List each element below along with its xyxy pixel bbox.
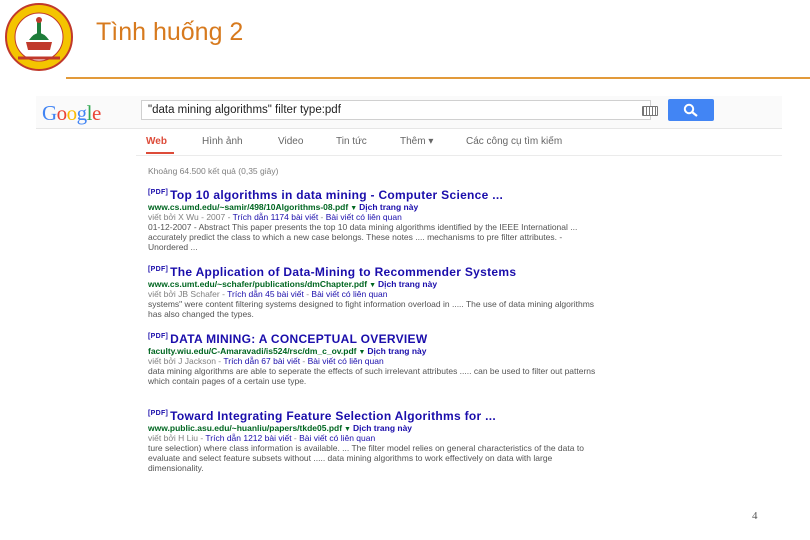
google-search-screenshot: Google Web Hình ảnh Video Tin tức Thêm ▾…: [36, 96, 782, 490]
result-title: Toward Integrating Feature Selection Alg…: [170, 409, 497, 423]
result-url-text: www.cs.umt.edu/~schafer/publications/dmC…: [148, 279, 368, 289]
result-url-text: www.public.asu.edu/~huanliu/papers/tkde0…: [148, 423, 343, 433]
tabs-divider: [136, 155, 782, 156]
result-snippet: data mining algorithms are able to seper…: [148, 366, 596, 387]
search-result: [PDF] Top 10 algorithms in data mining - …: [148, 188, 628, 253]
translate-link[interactable]: Dịch trang này: [359, 202, 418, 212]
result-url-text: faculty.wiu.edu/C-Amaravadi/is524/rsc/dm…: [148, 346, 357, 356]
cited-by-link[interactable]: Trích dẫn 67 bài viết: [223, 356, 300, 366]
tab-label: Web: [146, 136, 167, 147]
result-url-text: www.cs.umd.edu/~samir/498/10Algorithms-0…: [148, 202, 349, 212]
related-articles-link[interactable]: Bài viết có liên quan: [311, 289, 387, 299]
tab-news[interactable]: Tin tức: [336, 136, 367, 147]
result-snippet: 01-12-2007 - Abstract This paper present…: [148, 222, 578, 253]
translate-link[interactable]: Dịch trang này: [378, 279, 437, 289]
result-url: www.cs.umt.edu/~schafer/publications/dmC…: [148, 279, 628, 289]
google-logo-text: Google: [42, 101, 101, 126]
result-author: viết bởi H Liu -: [148, 433, 204, 443]
result-title-link[interactable]: [PDF] Top 10 algorithms in data mining - …: [148, 188, 628, 202]
result-title: Top 10 algorithms in data mining - Compu…: [170, 188, 504, 202]
slide-title: Tình huống 2: [96, 18, 244, 46]
search-result: [PDF] Toward Integrating Feature Selectio…: [148, 409, 628, 474]
search-result: [PDF] DATA MINING: A CONCEPTUAL OVERVIEW …: [148, 332, 628, 386]
pdf-tag: [PDF]: [148, 266, 169, 273]
result-title-link[interactable]: [PDF] The Application of Data-Mining to R…: [148, 265, 628, 279]
tab-images[interactable]: Hình ảnh: [202, 136, 243, 147]
keyboard-icon[interactable]: [642, 106, 658, 116]
google-logo[interactable]: Google: [42, 101, 101, 126]
result-author: viết bởi JB Schafer -: [148, 289, 225, 299]
related-articles-link[interactable]: Bài viết có liên quan: [299, 433, 375, 443]
google-logo-letter: g: [76, 101, 88, 125]
tab-more[interactable]: Thêm ▾: [400, 136, 433, 147]
result-title: DATA MINING: A CONCEPTUAL OVERVIEW: [170, 332, 428, 346]
result-meta: viết bởi J Jackson - Trích dẫn 67 bài vi…: [148, 356, 384, 366]
related-articles-link[interactable]: Bài viết có liên quan: [308, 356, 384, 366]
google-logo-letter: o: [66, 101, 78, 125]
result-meta: viết bởi H Liu - Trích dẫn 1212 bài viết…: [148, 433, 376, 443]
result-url: www.public.asu.edu/~huanliu/papers/tkde0…: [148, 423, 628, 433]
cited-by-link[interactable]: Trích dẫn 45 bài viết: [227, 289, 304, 299]
title-divider: [66, 77, 810, 79]
tab-video[interactable]: Video: [278, 136, 303, 147]
active-tab-indicator: [146, 152, 174, 154]
result-url: www.cs.umd.edu/~samir/498/10Algorithms-0…: [148, 202, 628, 212]
google-logo-letter: o: [56, 101, 68, 125]
page-number: 4: [752, 510, 758, 522]
cited-by-link[interactable]: Trích dẫn 1174 bài viết: [233, 212, 319, 222]
related-articles-link[interactable]: Bài viết có liên quan: [326, 212, 402, 222]
google-logo-letter: e: [92, 101, 101, 125]
search-input[interactable]: [141, 100, 651, 120]
translate-link[interactable]: Dịch trang này: [353, 423, 412, 433]
result-snippet: ture selection) where class information …: [148, 443, 584, 474]
pdf-tag: [PDF]: [148, 333, 169, 340]
search-header: Google: [36, 96, 782, 129]
result-meta: viết bởi X Wu - 2007 - Trích dẫn 1174 bà…: [148, 212, 402, 222]
pdf-tag: [PDF]: [148, 410, 169, 417]
google-logo-letter: G: [42, 101, 57, 125]
result-author: viết bởi J Jackson -: [148, 356, 222, 366]
result-author: viết bởi X Wu - 2007 -: [148, 212, 231, 222]
search-icon: [683, 103, 698, 117]
result-title: The Application of Data-Mining to Recomm…: [170, 265, 517, 279]
translate-link[interactable]: Dịch trang này: [367, 346, 426, 356]
search-button[interactable]: [668, 99, 714, 121]
university-seal-icon: [4, 2, 74, 72]
caret-down-icon[interactable]: ▼: [344, 426, 351, 433]
caret-down-icon[interactable]: ▼: [369, 282, 376, 289]
caret-down-icon[interactable]: ▼: [350, 205, 357, 212]
caret-down-icon[interactable]: ▼: [358, 349, 365, 356]
tab-search-tools[interactable]: Các công cụ tìm kiếm: [466, 136, 562, 147]
result-title-link[interactable]: [PDF] DATA MINING: A CONCEPTUAL OVERVIEW: [148, 332, 628, 346]
result-title-link[interactable]: [PDF] Toward Integrating Feature Selectio…: [148, 409, 628, 423]
result-snippet: systems" were content filtering systems …: [148, 299, 595, 320]
result-url: faculty.wiu.edu/C-Amaravadi/is524/rsc/dm…: [148, 346, 628, 356]
result-meta: viết bởi JB Schafer - Trích dẫn 45 bài v…: [148, 289, 388, 299]
cited-by-link[interactable]: Trích dẫn 1212 bài viết: [205, 433, 291, 443]
pdf-tag: [PDF]: [148, 189, 169, 196]
search-result: [PDF] The Application of Data-Mining to R…: [148, 265, 628, 319]
result-stats: Khoảng 64.500 kết quả (0,35 giây): [148, 166, 279, 176]
tab-web[interactable]: Web: [146, 136, 174, 154]
